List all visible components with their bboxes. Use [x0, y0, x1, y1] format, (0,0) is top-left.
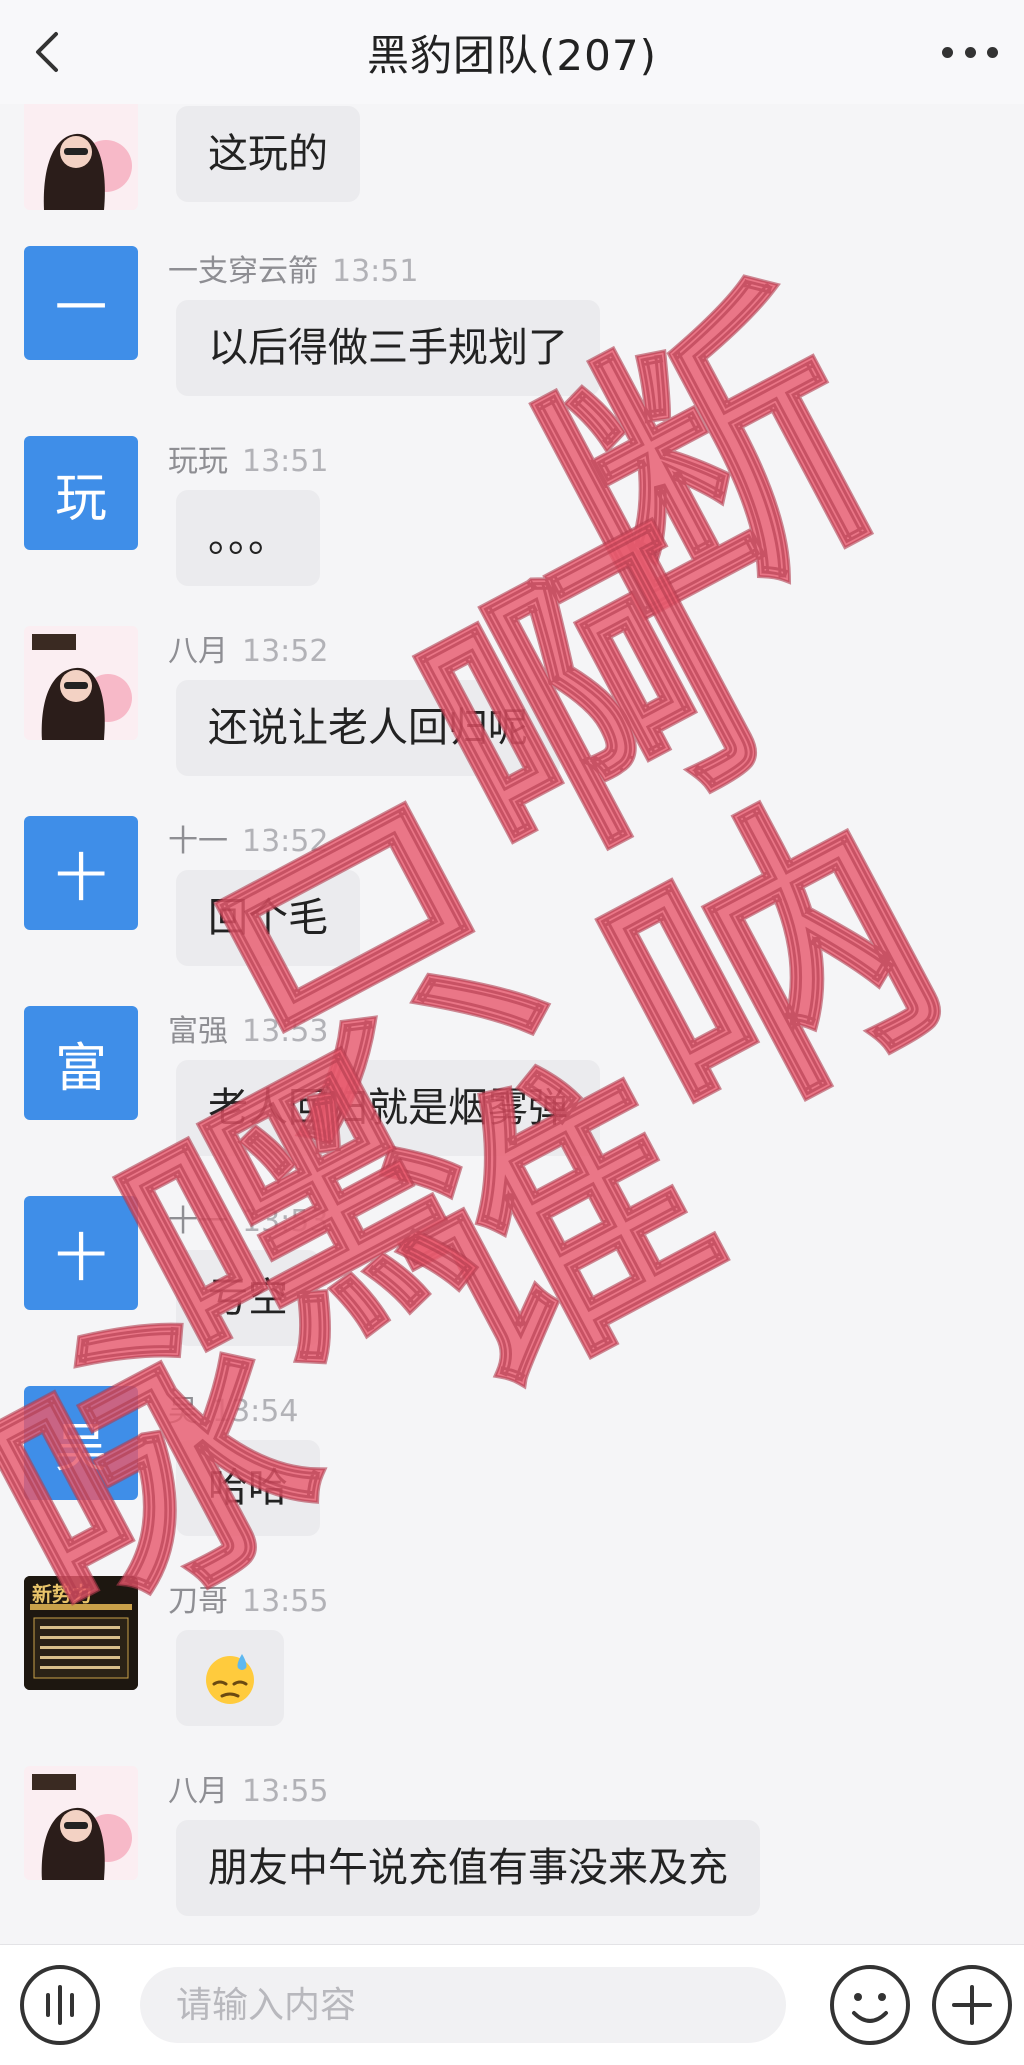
message-input[interactable]: [140, 1967, 786, 2043]
avatar[interactable]: 十: [24, 816, 138, 930]
chat-header: 黑豹团队(207): [0, 0, 1024, 104]
voice-icon[interactable]: [18, 1963, 102, 2047]
message-bubble[interactable]: 朋友中午说充值有事没来及充: [176, 1820, 760, 1916]
message-meta: 八月 13:52: [168, 626, 328, 670]
message-time: 13:54: [212, 1394, 299, 1429]
avatar[interactable]: [24, 1766, 138, 1880]
sender-name: 十一: [168, 1204, 228, 1239]
chat-title: 黑豹团队(207): [367, 30, 657, 80]
message-time: 13:53: [242, 1014, 329, 1049]
message-time: 13:55: [242, 1774, 329, 1809]
emoji-icon[interactable]: [828, 1963, 912, 2047]
message-meta: 十一 13:53: [168, 1196, 328, 1240]
sender-name: 刀哥: [168, 1584, 228, 1619]
message-meta: 玩玩 13:51: [168, 436, 328, 480]
avatar[interactable]: [24, 104, 138, 210]
message-meta: 八月 13:55: [168, 1766, 328, 1810]
message-meta: 吴 13:54: [168, 1386, 298, 1430]
message-bubble[interactable]: 亏空: [176, 1250, 320, 1346]
message-bubble[interactable]: 以后得做三手规划了: [176, 300, 600, 396]
message-bubble[interactable]: 这玩的: [176, 106, 360, 202]
message-meta: 一支穿云箭 13:51: [168, 246, 418, 290]
avatar[interactable]: 十: [24, 1196, 138, 1310]
sender-name: 十一: [168, 824, 228, 859]
message-bubble[interactable]: 😓: [176, 1630, 284, 1726]
avatar[interactable]: 玩: [24, 436, 138, 550]
sweat-emoji-icon: [206, 1654, 254, 1704]
message-bubble[interactable]: 。。。: [176, 490, 320, 586]
sender-name: 富强: [168, 1014, 228, 1049]
user-photo-icon: [24, 626, 138, 740]
avatar[interactable]: 富: [24, 1006, 138, 1120]
plus-icon[interactable]: [930, 1963, 1014, 2047]
message-time: 13:55: [242, 1584, 329, 1619]
message-bubble[interactable]: 回个毛: [176, 870, 360, 966]
message-meta: 富强 13:53: [168, 1006, 328, 1050]
message-time: 13:51: [332, 254, 419, 289]
sender-name: 吴: [168, 1394, 198, 1429]
sender-name: 玩玩: [168, 444, 228, 479]
message-meta: 刀哥 13:55: [168, 1576, 328, 1620]
message-time: 13:51: [242, 444, 329, 479]
message-bubble[interactable]: 还说让老人回归呢: [176, 680, 560, 776]
avatar[interactable]: [24, 626, 138, 740]
sender-name: 八月: [168, 1774, 228, 1809]
user-photo-icon: [24, 104, 138, 210]
message-time: 13:52: [242, 634, 329, 669]
message-bubble[interactable]: 哈哈: [176, 1440, 320, 1536]
avatar[interactable]: 吴: [24, 1386, 138, 1500]
message-time: 13:52: [242, 824, 329, 859]
chevron-left-icon[interactable]: [26, 30, 70, 74]
sender-name: 八月: [168, 634, 228, 669]
sender-name: 一支穿云箭: [168, 254, 318, 289]
message-list[interactable]: 这玩的 一 一支穿云箭 13:51 以后得做三手规划了 玩 玩玩 13:51 。。。…: [0, 104, 1024, 1944]
avatar[interactable]: 新势力: [24, 1576, 138, 1690]
poster-title: 新势力: [32, 1582, 92, 1606]
input-bar: [0, 1944, 1024, 2065]
message-time: 13:53: [242, 1204, 329, 1239]
user-photo-icon: [24, 1766, 138, 1880]
message-bubble[interactable]: 老人回归就是烟雾弹: [176, 1060, 600, 1156]
avatar[interactable]: 一: [24, 246, 138, 360]
more-icon[interactable]: [942, 34, 998, 70]
message-meta: 十一 13:52: [168, 816, 328, 860]
